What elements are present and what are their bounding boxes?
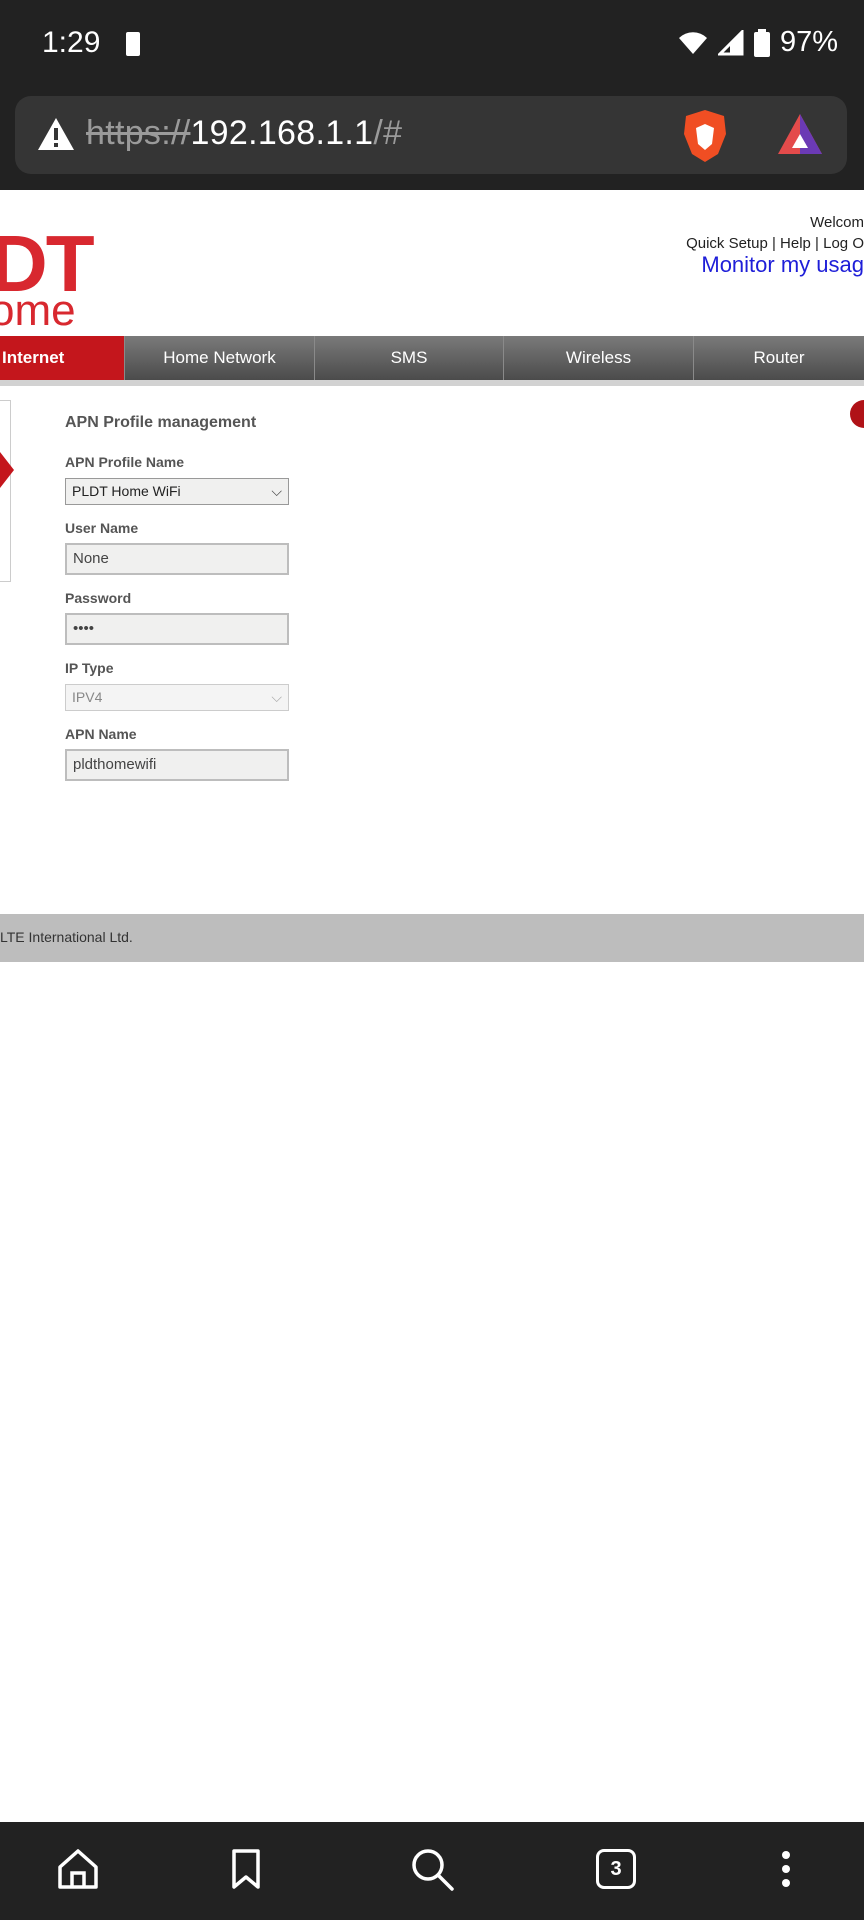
ip-type-label: IP Type <box>65 660 114 676</box>
section-title: APN Profile management <box>65 414 257 431</box>
ip-type-selected: IPV4 <box>72 689 103 705</box>
url-path: /# <box>373 114 403 152</box>
chevron-down-icon: ⌵ <box>271 689 282 705</box>
url-scheme: https:// <box>86 114 191 152</box>
search-icon[interactable] <box>408 1845 456 1893</box>
url-text[interactable]: https://192.168.1.1/# <box>86 114 402 153</box>
tab-wireless[interactable]: Wireless <box>504 336 694 380</box>
wifi-icon <box>678 31 707 54</box>
battery-small-icon <box>126 32 140 56</box>
brave-rewards-icon[interactable] <box>776 112 824 156</box>
password-label: Password <box>65 590 132 606</box>
logout-link[interactable]: Log O <box>823 235 864 252</box>
help-link[interactable]: Help <box>780 235 811 252</box>
warning-icon[interactable] <box>36 116 76 152</box>
web-page: DT ome Welcom Quick Setup | Help | Log O… <box>0 190 864 1822</box>
main-nav: Internet Home Network SMS Wireless Route… <box>0 336 864 380</box>
ip-type-select: IPV4 ⌵ <box>65 684 289 711</box>
tabs-count-button[interactable]: 3 <box>596 1849 636 1889</box>
chevron-down-icon: ⌵ <box>271 483 282 499</box>
nav-underline <box>0 380 864 386</box>
battery-percent: 97% <box>779 26 838 58</box>
logo-subtext: ome <box>0 286 76 335</box>
tab-sms[interactable]: SMS <box>315 336 504 380</box>
monitor-usage-link[interactable]: Monitor my usag <box>701 252 864 278</box>
more-options-icon[interactable] <box>762 1845 810 1893</box>
tab-router[interactable]: Router <box>694 336 864 380</box>
home-icon[interactable] <box>54 1845 102 1893</box>
sidebar-active-arrow-icon <box>0 452 14 488</box>
status-time: 1:29 <box>42 26 101 59</box>
signal-icon <box>717 29 744 55</box>
apn-profile-selected: PLDT Home WiFi <box>72 483 181 499</box>
tab-internet[interactable]: Internet <box>0 336 125 380</box>
footer-text: LTE International Ltd. <box>0 929 133 945</box>
battery-icon <box>753 28 770 57</box>
quick-links: Quick Setup | Help | Log O <box>686 235 864 252</box>
username-label: User Name <box>65 520 139 536</box>
sidebar-menu[interactable] <box>0 400 11 582</box>
username-input[interactable]: None <box>65 543 289 575</box>
url-host: 192.168.1.1 <box>190 114 374 152</box>
brave-shields-icon[interactable] <box>680 108 730 164</box>
tab-home-network[interactable]: Home Network <box>125 336 315 380</box>
password-input[interactable]: •••• <box>65 613 289 645</box>
status-bar: 1:29 97% <box>0 0 864 92</box>
bookmark-icon[interactable] <box>222 1845 270 1893</box>
help-icon[interactable] <box>850 400 864 428</box>
apn-name-label: APN Name <box>65 726 137 742</box>
apn-profile-select[interactable]: PLDT Home WiFi ⌵ <box>65 478 289 505</box>
status-right: 97% <box>678 26 838 59</box>
quick-setup-link[interactable]: Quick Setup <box>686 235 768 252</box>
apn-profile-name-label: APN Profile Name <box>65 454 185 470</box>
apn-name-input[interactable]: pldthomewifi <box>65 749 289 781</box>
welcome-text: Welcom <box>810 214 864 231</box>
